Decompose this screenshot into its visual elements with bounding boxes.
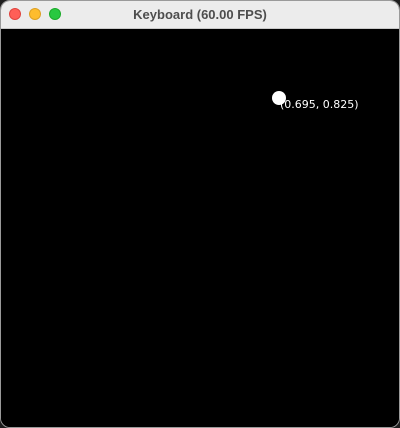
render-canvas[interactable]: (0.695, 0.825) [1, 29, 399, 427]
window-title: Keyboard (60.00 FPS) [133, 7, 267, 22]
app-window: Keyboard (60.00 FPS) (0.695, 0.825) [0, 0, 400, 428]
title-bar[interactable]: Keyboard (60.00 FPS) [1, 1, 399, 29]
position-coordinate-label: (0.695, 0.825) [280, 98, 359, 111]
